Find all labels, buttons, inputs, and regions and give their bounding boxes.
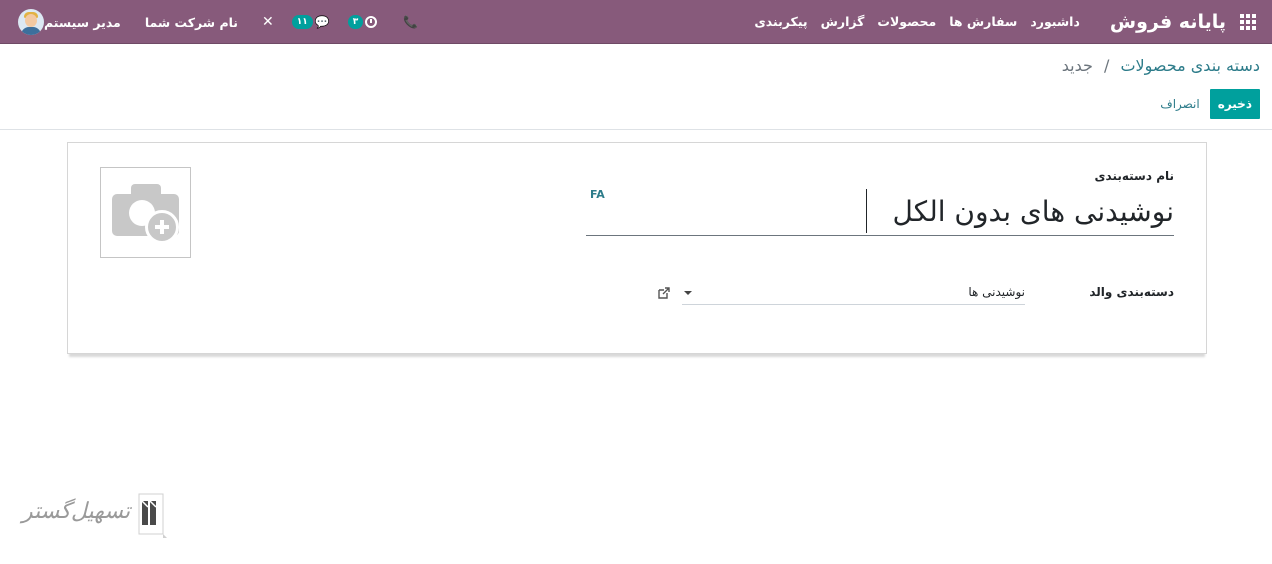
- main-menu: داشبورد سفارش ها محصولات گزارش پیکربندی: [754, 0, 1080, 44]
- chat-icon: 💬: [314, 15, 330, 29]
- watermark: تسهیل‌گستر: [22, 493, 170, 539]
- parent-category-select[interactable]: نوشیدنی ها: [682, 281, 1025, 305]
- menu-item-reporting[interactable]: گزارش: [821, 0, 878, 44]
- breadcrumb: دسته بندی محصولات / جدید: [1062, 56, 1260, 75]
- watermark-text: تسهیل‌گستر: [22, 499, 131, 524]
- form-sheet: نام دسته‌بندی FA دسته‌بندی والد نوشیدنی …: [67, 142, 1207, 354]
- user-name: مدیر سیستم: [44, 14, 121, 30]
- watermark-logo-icon: [138, 493, 167, 538]
- menu-item-dashboard[interactable]: داشبورد: [1030, 0, 1080, 44]
- activities-badge: ۳: [347, 15, 364, 29]
- menu-item-orders[interactable]: سفارش ها: [949, 0, 1030, 44]
- app-brand[interactable]: پایانه فروش: [1110, 11, 1226, 33]
- add-icon: [145, 210, 179, 244]
- form-buttons: ذخیره انصراف: [1150, 89, 1260, 119]
- clock-icon: [365, 16, 378, 28]
- company-name: نام شرکت شما: [144, 14, 239, 30]
- category-name-input[interactable]: [586, 187, 1174, 236]
- phone-icon[interactable]: 📞: [403, 15, 418, 29]
- breadcrumb-separator: /: [1103, 56, 1110, 75]
- parent-category-value: نوشیدنی ها: [968, 285, 1025, 299]
- company-switcher[interactable]: نام شرکت شما: [145, 15, 238, 30]
- text-cursor: [866, 189, 867, 233]
- translate-button[interactable]: FA: [590, 188, 605, 201]
- messages-badge: ۱۱: [291, 15, 313, 29]
- breadcrumb-parent[interactable]: دسته بندی محصولات: [1120, 56, 1260, 75]
- discard-button[interactable]: انصراف: [1150, 89, 1209, 119]
- messages-button[interactable]: ۱۱ 💬: [291, 15, 330, 29]
- activities-button[interactable]: ۳: [347, 15, 378, 29]
- parent-category-label: دسته‌بندی والد: [1089, 285, 1174, 299]
- systray: مدیر سیستم نام شرکت شما ✕ ۱۱ 💬 ۳ 📞: [10, 0, 418, 44]
- external-link-icon[interactable]: [658, 287, 670, 299]
- save-button[interactable]: ذخیره: [1209, 89, 1260, 119]
- breadcrumb-current: جدید: [1061, 56, 1093, 75]
- avatar: [18, 9, 44, 35]
- menu-item-configuration[interactable]: پیکربندی: [754, 0, 820, 44]
- category-name-label: نام دسته‌بندی: [1094, 169, 1174, 183]
- user-menu[interactable]: مدیر سیستم: [10, 9, 121, 35]
- debug-tools-icon[interactable]: ✕: [262, 14, 274, 30]
- image-upload[interactable]: [100, 167, 191, 258]
- apps-menu-icon[interactable]: [1240, 13, 1256, 30]
- top-navbar: پایانه فروش داشبورد سفارش ها محصولات گزا…: [0, 0, 1272, 44]
- control-panel-divider: [0, 129, 1272, 130]
- menu-item-products[interactable]: محصولات: [877, 0, 949, 44]
- dropdown-caret-icon[interactable]: [684, 291, 692, 295]
